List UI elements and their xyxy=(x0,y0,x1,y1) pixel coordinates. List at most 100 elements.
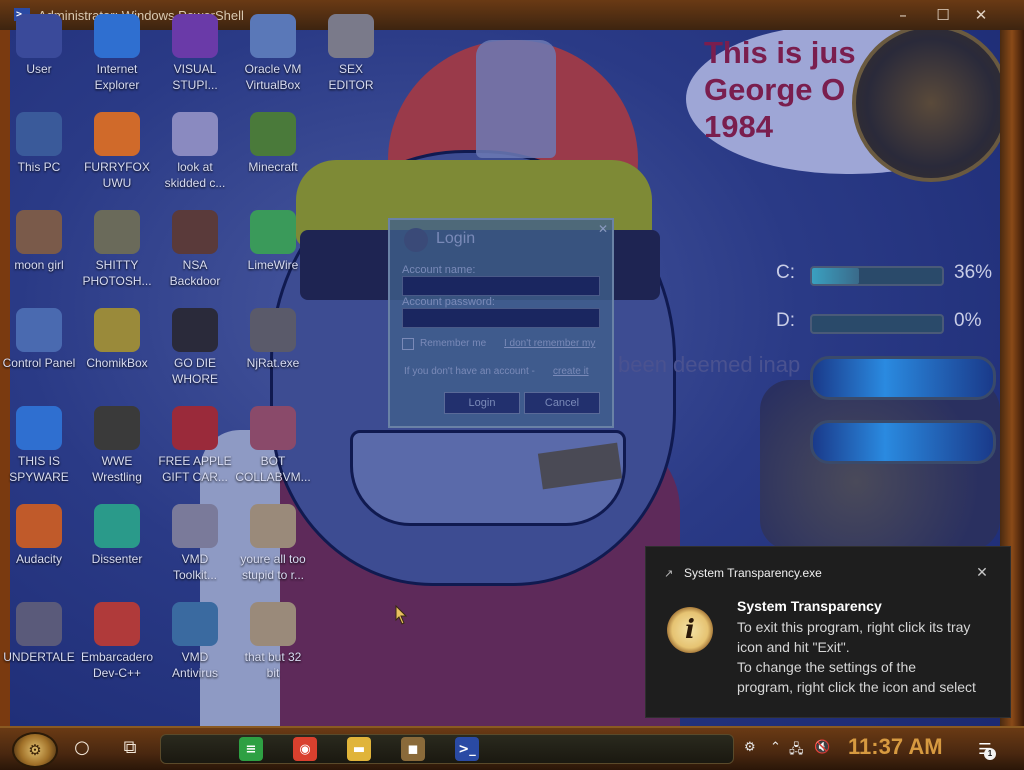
desktop-icon-label: that but 32 bit xyxy=(244,650,302,680)
desktop-icon[interactable]: THIS IS SPYWARE xyxy=(0,406,78,485)
desktop-icon[interactable]: This PC xyxy=(0,112,78,175)
desktop-icon-label: Embarcadero Dev-C++ xyxy=(80,650,154,680)
audacity-icon xyxy=(16,504,62,548)
file-explorer-icon[interactable]: ▬ xyxy=(347,737,371,761)
de-icon xyxy=(172,308,218,352)
desktop-icon[interactable]: SEX EDITOR xyxy=(312,14,390,93)
notes-app-icon[interactable]: ≡ xyxy=(239,737,263,761)
dissenter-icon xyxy=(94,504,140,548)
desktop-icon-label: VMD Antivirus xyxy=(171,650,218,680)
drive-usage-bar xyxy=(810,314,944,334)
account-name-field[interactable] xyxy=(402,276,600,296)
create-account-link[interactable]: create it xyxy=(553,366,589,377)
desktop-icon-label: ChomikBox xyxy=(86,356,148,370)
editor-icon xyxy=(328,14,374,58)
taskbar-clock[interactable]: 11:37 AM xyxy=(848,734,943,760)
drive-meter-d: D: 0% xyxy=(776,306,1006,338)
account-password-label: Account password: xyxy=(402,296,495,308)
desktop-icon[interactable]: that but 32 bit xyxy=(234,602,312,681)
desktop-icon[interactable]: Internet Explorer xyxy=(78,14,156,93)
remember-me-checkbox[interactable] xyxy=(402,338,414,350)
account-password-field[interactable] xyxy=(402,308,600,328)
drive-usage-percent: 0% xyxy=(954,310,982,331)
desktop-icon[interactable]: VMD Antivirus xyxy=(156,602,234,681)
desktop-icon[interactable]: NjRat.exe xyxy=(234,308,312,371)
desktop-icon[interactable]: FURRYFOX UWU xyxy=(78,112,156,191)
desktop-icon-label: VMD Toolkit... xyxy=(172,552,217,582)
visual-studio-icon xyxy=(172,14,218,58)
desktop-icon[interactable]: NSA Backdoor xyxy=(156,210,234,289)
network-icon[interactable]: 🖧 xyxy=(789,740,804,762)
desktop-icon[interactable]: FREE APPLE GIFT CAR... xyxy=(156,406,234,485)
app-icon: ↗ xyxy=(664,567,674,580)
chomikbox-icon[interactable]: ◼ xyxy=(401,737,425,761)
desktop-icon[interactable]: VISUAL STUPI... xyxy=(156,14,234,93)
desktop-icon[interactable]: SHITTY PHOTOSH... xyxy=(78,210,156,289)
gear-icon[interactable]: ⚙ xyxy=(744,740,756,755)
powershell-icon[interactable]: >_ xyxy=(455,737,479,761)
desktop-icon-label: look at skidded c... xyxy=(164,160,226,190)
desktop-icon[interactable]: BOT COLLABVM... xyxy=(234,406,312,485)
desktop-icon[interactable]: Embarcadero Dev-C++ xyxy=(78,602,156,681)
steampunk-clock-gadget xyxy=(852,24,1010,182)
start-button[interactable]: ⚙ xyxy=(12,732,58,768)
volume-muted-icon[interactable]: 🔇 xyxy=(814,740,830,755)
close-window-button[interactable]: ✕ xyxy=(968,2,994,28)
chomikbox-icon xyxy=(94,308,140,352)
chevron-up-icon[interactable]: ⌃ xyxy=(770,740,781,755)
toast-body: To exit this program, right click its tr… xyxy=(737,619,976,695)
maximize-button[interactable]: ☐ xyxy=(930,2,956,28)
desktop-icon[interactable]: Oracle VM VirtualBox xyxy=(234,14,312,93)
wallpaper-caption: been deemed inap xyxy=(618,352,801,377)
mouse-cursor-icon xyxy=(395,604,408,625)
desktop-icon-label: LimeWire xyxy=(247,258,299,272)
drive-letter: D: xyxy=(776,310,795,331)
toast-notification[interactable]: ↗ System Transparency.exe ✕ i System Tra… xyxy=(645,546,1011,718)
desktop-icon-label: Internet Explorer xyxy=(94,62,140,92)
minimize-button[interactable]: – xyxy=(890,2,916,28)
toolkit-icon xyxy=(172,504,218,548)
desktop-icon[interactable]: UNDERTALE xyxy=(0,602,78,665)
desktop-icon-label: SEX EDITOR xyxy=(328,62,374,92)
desktop-icon[interactable]: Audacity xyxy=(0,504,78,567)
control-panel-icon xyxy=(16,308,62,352)
desktop-icon-label: GO DIE WHORE xyxy=(172,356,218,386)
limewire-icon xyxy=(250,210,296,254)
close-icon[interactable]: ✕ xyxy=(598,222,608,236)
desktop-icon[interactable]: Control Panel xyxy=(0,308,78,371)
desktop-icon[interactable]: VMD Toolkit... xyxy=(156,504,234,583)
desktop-icon-label: Control Panel xyxy=(2,356,76,370)
close-icon[interactable]: ✕ xyxy=(972,563,992,583)
desktop-icon[interactable]: ChomikBox xyxy=(78,308,156,371)
remember-me-label: Remember me xyxy=(420,338,487,349)
desktop-icon[interactable]: GO DIE WHORE xyxy=(156,308,234,387)
unity-icon xyxy=(16,602,62,646)
steampunk-gears-gadget xyxy=(760,380,1000,550)
drive-usage-fill xyxy=(812,268,859,284)
desktop-icon[interactable]: youre all too stupid to r... xyxy=(234,504,312,583)
desktop-icon-label: THIS IS SPYWARE xyxy=(9,454,69,484)
desktop-icon[interactable]: Dissenter xyxy=(78,504,156,567)
search-button[interactable]: ○ xyxy=(70,736,94,760)
desktop-icon-label: BOT COLLABVM... xyxy=(235,454,311,484)
task-view-button[interactable]: ⧉ xyxy=(118,736,142,760)
desktop-icon-label: FREE APPLE GIFT CAR... xyxy=(158,454,232,484)
desktop-icon[interactable]: moon girl xyxy=(0,210,78,273)
chrome-icon xyxy=(16,406,62,450)
forgot-password-link[interactable]: I don't remember my xyxy=(504,338,595,349)
virtualbox-icon xyxy=(250,14,296,58)
desktop-icon[interactable]: User xyxy=(0,14,78,77)
account-name-label: Account name: xyxy=(402,264,476,276)
login-button[interactable]: Login xyxy=(444,392,520,414)
desktop-icon[interactable]: WWE Wrestling xyxy=(78,406,156,485)
cancel-button[interactable]: Cancel xyxy=(524,392,600,414)
desktop-icon[interactable]: Minecraft xyxy=(234,112,312,175)
desktop-icon[interactable]: look at skidded c... xyxy=(156,112,234,191)
desktop-icon[interactable]: LimeWire xyxy=(234,210,312,273)
chrome-icon[interactable]: ◉ xyxy=(293,737,317,761)
desktop-icon-label: VISUAL STUPI... xyxy=(172,62,218,92)
user-folder-icon xyxy=(16,14,62,58)
desktop-icon-label: User xyxy=(26,62,52,76)
drive-usage-percent: 36% xyxy=(954,262,993,283)
drive-letter: C: xyxy=(776,262,795,283)
